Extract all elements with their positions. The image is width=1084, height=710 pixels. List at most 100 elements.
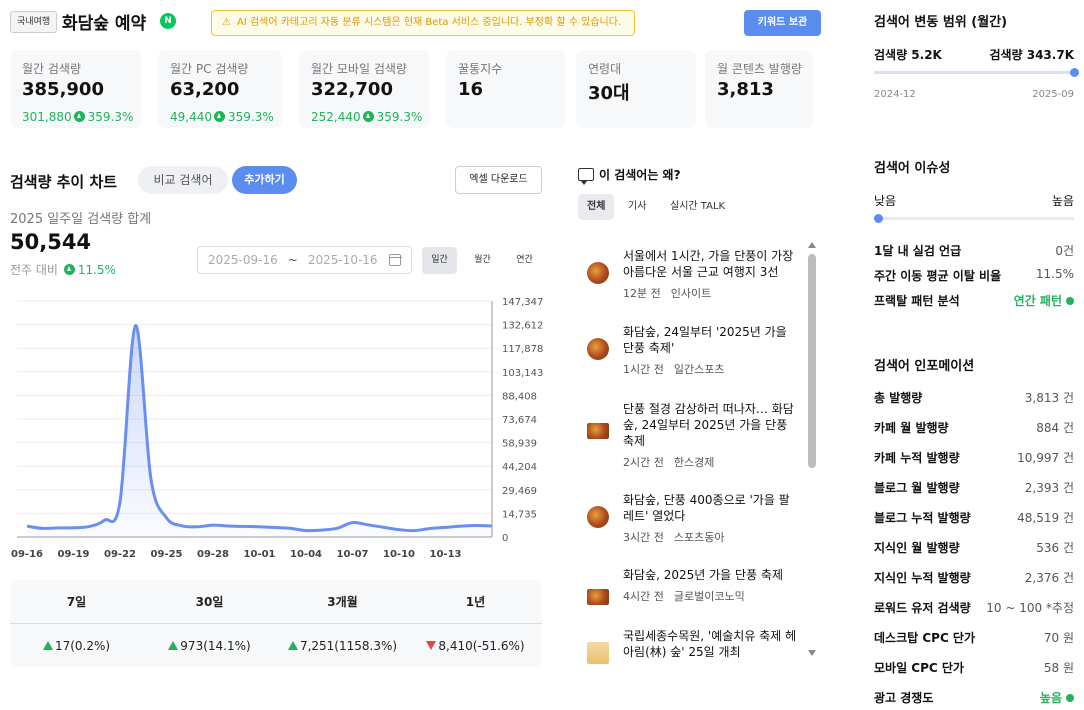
range-slider-fill [874, 71, 1074, 74]
stat-label: 꿀통지수 [458, 62, 503, 76]
x-tick-label: 09-19 [58, 549, 90, 560]
scroll-down-icon[interactable] [808, 650, 816, 656]
issue-scale-labels: 낮음 높음 [874, 192, 1074, 209]
summary-value-text: 17(0.2%) [54, 639, 111, 653]
news-time: 12분 전 [623, 287, 661, 300]
x-tick-label: 10-01 [244, 549, 276, 560]
news-thumbnail [587, 642, 609, 664]
keep-keyword-button[interactable]: 키워드 보관 [744, 10, 821, 36]
news-source: 한스경제 [673, 456, 715, 469]
add-keyword-button[interactable]: 추가하기 [232, 166, 297, 194]
info-row: 모바일 CPC 단가 58 원 [874, 659, 1074, 676]
news-headline[interactable]: 단풍 절경 감상하러 떠나자… 화담숲, 24일부터 2025년 가을 단풍 축… [623, 401, 800, 449]
news-source: 글로벌이코노믹 [673, 590, 745, 603]
summary-value: 973(14.1%) [143, 625, 276, 667]
news-item[interactable]: 화담숲, 24일부터 '2025년 가을 단풍 축제' 1시간 전 일간스포츠 [578, 324, 800, 377]
info-row-label: 총 발행량 [874, 391, 923, 405]
summary-header-3m: 3개월 [327, 595, 358, 609]
info-row: 로워드 유저 검색량 10 ~ 100 *추정 [874, 599, 1074, 616]
news-meta: 4시간 전 글로벌이코노믹 [623, 588, 800, 604]
stat-label: 월간 모바일 검색량 [311, 62, 407, 76]
up-arrow-icon [214, 111, 225, 122]
news-thumbnail [587, 338, 609, 360]
stat-card[interactable]: 월간 PC 검색량 63,200 49,440 359.3% [158, 50, 282, 128]
info-row: 총 발행량 3,813 건 [874, 389, 1074, 406]
info-row-value-text: 11.5% [1035, 267, 1074, 281]
range-tab-daily[interactable]: 일간 [422, 247, 457, 274]
warning-icon: ⚠ [222, 17, 231, 28]
info-row: 주간 이동 평균 이탈 비율 11.5% [874, 267, 1074, 284]
stat-card[interactable]: 월간 검색량 385,900 301,880 359.3% [10, 50, 142, 128]
info-row-value-text: 536 건 [1036, 541, 1074, 555]
news-item[interactable]: 화담숲, 2025년 가을 단풍 축제 4시간 전 글로벌이코노믹 [578, 567, 800, 605]
excel-download-button[interactable]: 엑셀 다운로드 [455, 166, 542, 194]
y-tick-label: 88,408 [502, 391, 537, 402]
x-tick-label: 09-28 [197, 549, 229, 560]
range-tab-yearly[interactable]: 연간 [507, 247, 542, 274]
stat-value: 322,700 [311, 79, 393, 100]
news-text: 단풍 절경 감상하러 떠나자… 화담숲, 24일부터 2025년 가을 단풍 축… [623, 401, 800, 470]
info-row-label: 블로그 월 발행량 [874, 481, 960, 495]
news-item[interactable]: 화담숲, 단풍 400종으로 '가을 팔레트' 열었다 3시간 전 스포츠동아 [578, 492, 800, 545]
info-row-label: 데스크탑 CPC 단가 [874, 631, 976, 645]
info-row-label: 1달 내 실검 언급 [874, 244, 962, 258]
y-tick-label: 117,878 [502, 344, 543, 355]
x-tick-label: 09-25 [151, 549, 183, 560]
info-row-value: 536 건 [1036, 539, 1074, 556]
scroll-up-icon[interactable] [808, 242, 816, 248]
news-tab-all[interactable]: 전체 [578, 194, 615, 220]
news-item[interactable]: 단풍 절경 감상하러 떠나자… 화담숲, 24일부터 2025년 가을 단풍 축… [578, 401, 800, 470]
news-scrollbar[interactable] [808, 254, 816, 468]
news-text: 화담숲, 단풍 400종으로 '가을 팔레트' 열었다 3시간 전 스포츠동아 [623, 492, 800, 545]
news-headline[interactable]: 화담숲, 2025년 가을 단풍 축제 [623, 567, 800, 583]
date-from[interactable]: 2025-09-16 [208, 253, 278, 267]
y-tick-label: 44,204 [502, 462, 537, 473]
news-item[interactable]: 서울에서 1시간, 가을 단풍이 가장 아름다운 서울 근교 여행지 3선 12분… [578, 248, 800, 301]
date-to[interactable]: 2025-10-16 [308, 253, 378, 267]
news-source: 스포츠동아 [673, 531, 725, 544]
date-range-picker[interactable]: 2025-09-16 ~2025-10-16 [197, 246, 412, 274]
info-row-value-text: 3,813 건 [1024, 391, 1074, 405]
change-summary-table: 7일 30일 3개월 1년 17(0.2%) 973(14.1%) 7,251(11… [10, 580, 542, 667]
news-tab-articles[interactable]: 기사 [619, 194, 655, 220]
stat-card[interactable]: 월 콘텐츠 발행량 3,813 [705, 50, 813, 128]
news-headline[interactable]: 화담숲, 24일부터 '2025년 가을 단풍 축제' [623, 324, 800, 356]
y-tick-label: 103,143 [502, 368, 543, 379]
x-tick-label: 09-22 [104, 549, 136, 560]
naver-icon[interactable]: N [160, 13, 176, 29]
wow-label: 전주 대비 [10, 263, 58, 277]
calendar-icon[interactable] [388, 254, 402, 266]
news-thumbnail [587, 262, 609, 284]
compare-keyword-button[interactable]: 비교 검색어 [138, 166, 228, 194]
stat-card[interactable]: 월간 모바일 검색량 322,700 252,440 359.3% [299, 50, 430, 128]
news-headline[interactable]: 국립세종수목원, '예술치유 축제 헤아림(林) 숲' 25일 개최 [623, 628, 800, 660]
news-meta: 12분 전 인사이트 [623, 285, 800, 301]
summary-header: 7일 30일 3개월 1년 [10, 580, 542, 624]
news-source: 인사이트 [670, 287, 712, 300]
stat-label: 월 콘텐츠 발행량 [717, 62, 802, 76]
stat-change-pct: 359.3% [228, 110, 274, 124]
info-row-value: 3,813 건 [1025, 389, 1074, 406]
info-row-value: 11.5% [1036, 267, 1074, 284]
summary-value: 17(0.2%) [10, 625, 143, 667]
news-item[interactable]: 국립세종수목원, '예술치유 축제 헤아림(林) 숲' 25일 개최 [578, 628, 800, 664]
range-tab-monthly[interactable]: 월간 [465, 247, 500, 274]
info-row-value: 884 건 [1036, 419, 1074, 436]
info-row: 블로그 월 발행량 2,393 건 [874, 479, 1074, 496]
info-row-value: 10,997 건 [1017, 449, 1074, 466]
news-time: 2시간 전 [623, 456, 664, 469]
range-end-date: 2025-09 [1032, 89, 1074, 100]
news-tab-realtime-talk[interactable]: 실시간 TALK [661, 194, 734, 220]
info-row: 1달 내 실검 언급 0건 [874, 242, 1074, 259]
stat-card[interactable]: 꿀통지수 16 [446, 50, 566, 128]
news-headline[interactable]: 서울에서 1시간, 가을 단풍이 가장 아름다운 서울 근교 여행지 3선 [623, 248, 800, 280]
info-row-label: 카페 누적 발행량 [874, 451, 960, 465]
stat-card[interactable]: 연령대 30대 [576, 50, 696, 128]
up-arrow-icon [63, 264, 75, 275]
news-headline[interactable]: 화담숲, 단풍 400종으로 '가을 팔레트' 열었다 [623, 492, 800, 524]
news-meta: 3시간 전 스포츠동아 [623, 529, 800, 545]
news-text: 국립세종수목원, '예술치유 축제 헤아림(林) 숲' 25일 개최 [623, 628, 800, 664]
info-row-value-text: 10,997 건 [1017, 451, 1074, 465]
series-area [27, 325, 492, 537]
info-row: 광고 경쟁도 높음 [874, 689, 1074, 706]
